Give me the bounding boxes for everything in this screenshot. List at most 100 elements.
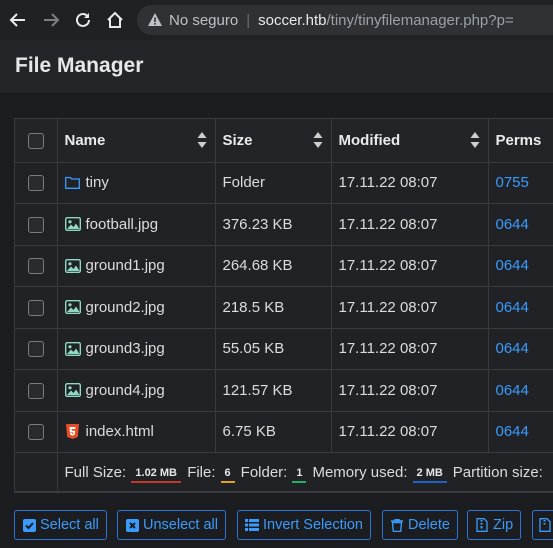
modified-cell: 17.11.22 08:07 [331,245,489,287]
select-all-header [15,119,58,163]
column-header-name[interactable]: Name [57,119,216,163]
zip-button[interactable]: Zip [467,510,522,540]
warning-icon[interactable] [147,12,163,28]
perms-cell: 0644 [488,286,553,329]
more-actions-button[interactable] [532,510,553,540]
table-row[interactable]: football.jpg 376.23 KB 17.11.22 08:07 0644 [15,203,553,246]
invert-selection-button[interactable]: Invert Selection [237,510,371,540]
invert-selection-label: Invert Selection [263,517,363,533]
app-header: File Manager [0,40,553,94]
html5-icon [65,424,81,440]
row-select-cell [15,411,58,453]
table-row[interactable]: index.html 6.75 KB 17.11.22 08:07 0644 [15,411,553,453]
perms-link[interactable]: 0644 [496,299,529,316]
file-table: Name Size Modified Perms tiny Folder 17.11… [15,119,553,492]
trash-icon [390,518,404,532]
file-name-link[interactable]: football.jpg [86,216,159,233]
select-all-button[interactable]: Select all [14,510,107,540]
row-checkbox[interactable] [27,341,44,358]
column-header-size-label: Size [222,131,253,149]
table-footer-row: Full Size: 1.02 MB File: 6 Folder: 1 Mem… [15,452,553,492]
row-checkbox[interactable] [27,175,44,192]
image-file-icon [64,382,81,398]
size-cell: 376.23 KB [215,203,332,246]
perms-link[interactable]: 0644 [496,340,529,357]
table-row[interactable]: ground3.jpg 55.05 KB 17.11.22 08:07 0644 [15,328,553,370]
file-name-link[interactable]: ground2.jpg [86,299,165,316]
home-icon[interactable] [103,8,127,32]
image-file-icon [64,299,81,315]
file-count-label: File: [187,463,216,481]
select-all-checkbox[interactable] [27,132,44,149]
column-header-perms-label: Perms [495,131,542,149]
image-file-icon [64,341,81,357]
sort-icon[interactable] [470,131,480,149]
delete-label: Delete [408,517,450,533]
forward-arrow-icon[interactable] [39,8,63,32]
column-header-modified-label: Modified [338,131,401,149]
perms-cell: 0644 [488,203,553,246]
table-row[interactable]: ground4.jpg 121.57 KB 17.11.22 08:07 0644 [15,369,553,412]
memory-used-label: Memory used: [312,463,408,481]
perms-link[interactable]: 0755 [496,174,529,191]
perms-cell: 0644 [488,245,553,287]
perms-link[interactable]: 0644 [496,382,529,399]
row-select-cell [15,245,58,287]
footer-summary: Full Size: 1.02 MB File: 6 Folder: 1 Mem… [57,452,553,492]
zip-label: Zip [493,517,514,533]
row-checkbox[interactable] [27,424,44,441]
name-cell: index.html [57,411,216,453]
perms-link[interactable]: 0644 [496,257,529,274]
table-row[interactable]: ground1.jpg 264.68 KB 17.11.22 08:07 0644 [15,245,553,287]
modified-cell: 17.11.22 08:07 [331,162,489,204]
file-name-link[interactable]: index.html [86,423,154,440]
row-select-cell [15,369,58,412]
footer-spacer [15,452,58,492]
page-title[interactable]: File Manager [15,54,143,78]
sort-icon[interactable] [313,131,323,149]
table-row[interactable]: ground2.jpg 218.5 KB 17.11.22 08:07 0644 [15,286,553,329]
image-file-icon [64,216,81,232]
file-name-link[interactable]: ground1.jpg [86,257,165,274]
browser-toolbar: No seguro | soccer.htb /tiny/tinyfileman… [0,0,553,40]
column-header-modified[interactable]: Modified [331,119,489,163]
unselect-all-label: Unselect all [143,517,218,533]
row-checkbox[interactable] [27,299,44,316]
reload-icon[interactable] [71,8,95,32]
row-select-cell [15,203,58,246]
url-path: /tiny/tinyfilemanager.php?p= [326,11,514,29]
size-cell: 264.68 KB [215,245,332,287]
sort-icon[interactable] [197,131,207,149]
file-table-body: tiny Folder 17.11.22 08:07 0755 football.jpg… [15,162,553,453]
row-checkbox[interactable] [27,216,44,233]
perms-link[interactable]: 0644 [496,216,529,233]
name-cell: ground2.jpg [57,286,216,329]
name-cell: football.jpg [57,203,216,246]
file-name-link[interactable]: tiny [86,174,109,191]
size-cell: 218.5 KB [215,286,332,329]
column-header-size[interactable]: Size [215,119,332,163]
close-box-icon [125,518,139,532]
perms-cell: 0644 [488,411,553,453]
modified-cell: 17.11.22 08:07 [331,203,489,246]
memory-used-badge: 2 MB [412,466,447,483]
row-checkbox[interactable] [27,258,44,275]
table-row[interactable]: tiny Folder 17.11.22 08:07 0755 [15,162,553,204]
table-header-row: Name Size Modified Perms [15,119,553,163]
column-header-perms[interactable]: Perms [488,119,553,163]
name-cell: ground1.jpg [57,245,216,287]
back-arrow-icon[interactable] [6,8,30,32]
folder-count-label: Folder: [240,463,288,481]
delete-button[interactable]: Delete [382,510,458,540]
full-size-badge: 1.02 MB [131,466,182,483]
file-name-link[interactable]: ground4.jpg [86,382,165,399]
file-name-link[interactable]: ground3.jpg [86,340,165,357]
checkbox-checked-icon [22,518,36,532]
address-bar[interactable]: No seguro | soccer.htb /tiny/tinyfileman… [137,5,553,35]
perms-cell: 0755 [488,162,553,204]
bulk-actions-bar: Select all Unselect all Invert Selection… [14,510,553,541]
unselect-all-button[interactable]: Unselect all [117,510,226,540]
perms-link[interactable]: 0644 [496,423,529,440]
folder-icon [65,175,81,191]
row-checkbox[interactable] [27,382,44,399]
